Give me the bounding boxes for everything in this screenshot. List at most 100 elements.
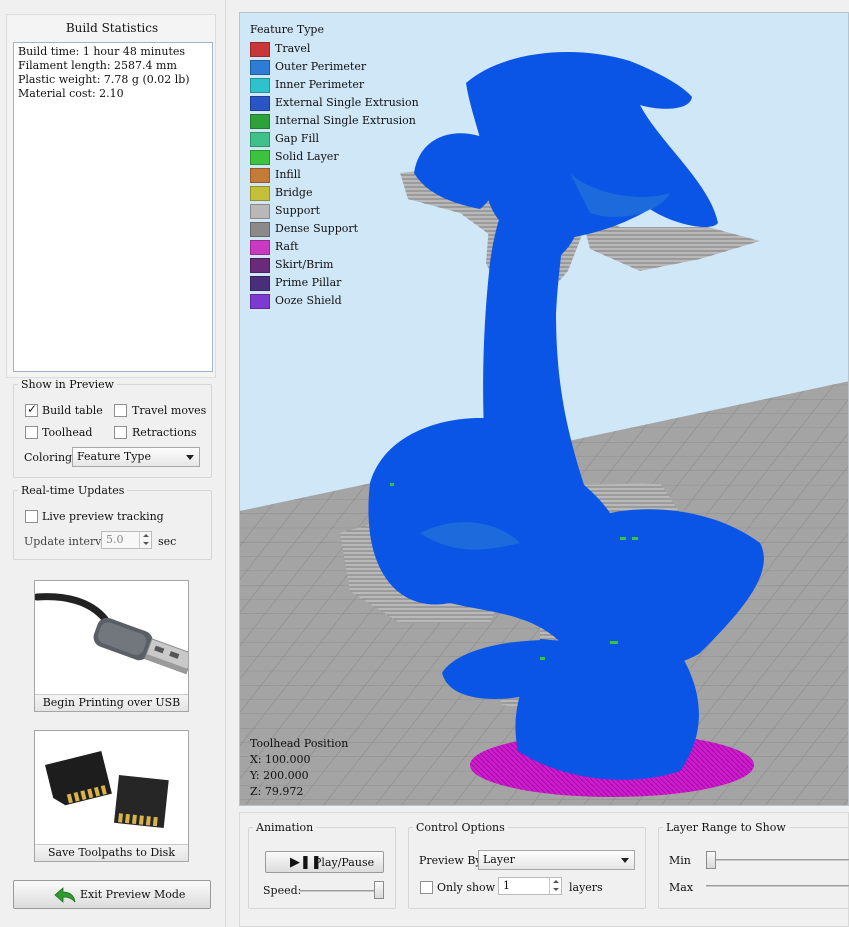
legend-label: Dense Support — [275, 222, 359, 235]
legend-label: Bridge — [275, 186, 313, 199]
exit-preview-mode-button[interactable]: Exit Preview Mode — [13, 880, 211, 909]
stat-build-time: Build time: 1 hour 48 minutes — [18, 45, 186, 58]
travel-moves-checkbox[interactable] — [114, 404, 127, 417]
play-pause-button[interactable]: ▶❚❚ Play/Pause — [265, 851, 384, 873]
build-statistics-text[interactable]: Build time: 1 hour 48 minutes Filament l… — [13, 42, 213, 372]
build-statistics-title: Build Statistics — [65, 21, 159, 35]
control-options-title: Control Options — [416, 821, 505, 834]
stat-plastic-weight: Plastic weight: 7.78 g (0.02 lb) — [18, 73, 190, 86]
legend-label: Ooze Shield — [275, 294, 342, 307]
model-render[interactable] — [240, 13, 849, 806]
bottom-control-panel: Animation ▶❚❚ Play/Pause Speed: Control … — [239, 812, 849, 927]
legend-swatch — [250, 132, 270, 147]
legend-swatch — [250, 186, 270, 201]
update-interval-value: 5.0 — [106, 533, 124, 546]
update-interval-spinner[interactable]: 5.0 — [101, 531, 152, 549]
max-slider-track[interactable] — [706, 885, 849, 887]
legend-label: Outer Perimeter — [275, 60, 367, 73]
build-table-label: Build table — [42, 404, 103, 417]
preview-by-value: Layer — [483, 853, 515, 866]
spin-down-icon[interactable] — [139, 540, 151, 548]
speed-label: Speed: — [263, 884, 302, 897]
animation-title: Animation — [256, 821, 314, 834]
speed-slider-thumb[interactable] — [374, 881, 384, 899]
play-pause-label: Play/Pause — [314, 856, 375, 869]
legend-label: Internal Single Extrusion — [275, 114, 416, 127]
coloring-dropdown[interactable]: Feature Type — [72, 447, 200, 467]
speed-slider-track[interactable] — [300, 890, 384, 892]
update-interval-unit: sec — [158, 535, 177, 548]
build-statistics-panel: Build Statistics Build time: 1 hour 48 m… — [6, 14, 216, 378]
legend-swatch — [250, 294, 270, 309]
preview-by-label: Preview By — [419, 854, 482, 867]
live-preview-tracking-label: Live preview tracking — [42, 510, 164, 523]
only-show-layers-spinner[interactable]: 1 — [498, 877, 562, 895]
retractions-label: Retractions — [132, 426, 197, 439]
save-toolpaths-disk-label: Save Toolpaths to Disk — [35, 844, 188, 861]
legend-swatch — [250, 78, 270, 93]
legend-label: Inner Perimeter — [275, 78, 365, 91]
only-show-checkbox[interactable] — [420, 881, 433, 894]
only-show-label: Only show — [437, 881, 496, 894]
chevron-down-icon — [621, 858, 629, 863]
begin-printing-usb-button[interactable]: Begin Printing over USB — [33, 580, 194, 712]
chevron-down-icon — [186, 455, 194, 460]
legend-swatch — [250, 168, 270, 183]
retractions-checkbox[interactable] — [114, 426, 127, 439]
back-arrow-icon — [54, 887, 76, 903]
coloring-value: Feature Type — [77, 450, 151, 463]
min-slider-track[interactable] — [706, 859, 849, 861]
legend-label: Gap Fill — [275, 132, 320, 145]
legend-label: External Single Extrusion — [275, 96, 419, 109]
begin-printing-usb-label: Begin Printing over USB — [35, 694, 188, 711]
only-show-layers-value: 1 — [503, 879, 510, 892]
legend-swatch — [250, 42, 270, 57]
live-preview-tracking-checkbox[interactable] — [25, 510, 38, 523]
legend-swatch — [250, 204, 270, 219]
toolhead-label: Toolhead — [42, 426, 93, 439]
legend-label: Prime Pillar — [275, 276, 342, 289]
min-label: Min — [669, 854, 691, 867]
save-toolpaths-disk-button[interactable]: Save Toolpaths to Disk — [34, 730, 189, 862]
legend-label: Infill — [275, 168, 301, 181]
legend-swatch — [250, 60, 270, 75]
legend-label: Raft — [275, 240, 299, 253]
legend-swatch — [250, 150, 270, 165]
toolhead-y: Y: 200.000 — [250, 769, 309, 782]
toolhead-position-title: Toolhead Position — [250, 737, 349, 750]
legend-title: Feature Type — [250, 23, 324, 36]
realtime-updates-title: Real-time Updates — [21, 484, 125, 497]
show-in-preview-title: Show in Preview — [21, 378, 115, 391]
legend-swatch — [250, 96, 270, 111]
toolhead-x: X: 100.000 — [250, 753, 311, 766]
sd-card-icon — [45, 750, 169, 828]
travel-moves-label: Travel moves — [132, 404, 207, 417]
toolhead-z: Z: 79.972 — [250, 785, 304, 798]
legend-swatch — [250, 258, 270, 273]
stat-filament-length: Filament length: 2587.4 mm — [18, 59, 177, 72]
legend-swatch — [250, 240, 270, 255]
spin-up-icon[interactable] — [139, 532, 151, 540]
layers-label: layers — [569, 881, 603, 894]
max-label: Max — [669, 881, 694, 894]
coloring-label: Coloring — [24, 451, 73, 464]
spin-down-icon[interactable] — [549, 886, 561, 894]
legend-label: Solid Layer — [275, 150, 339, 163]
build-table-checkbox[interactable] — [25, 402, 38, 417]
spin-up-icon[interactable] — [549, 878, 561, 886]
preview-3d-view[interactable]: Feature Type Travel Outer Perimeter Inner … — [239, 12, 849, 806]
legend-label: Travel — [275, 42, 311, 55]
update-interval-label: Update interval — [24, 535, 112, 548]
toolhead-checkbox[interactable] — [25, 426, 38, 439]
legend-swatch — [250, 276, 270, 291]
exit-preview-mode-label: Exit Preview Mode — [80, 888, 186, 901]
legend-swatch — [250, 222, 270, 237]
min-slider-thumb[interactable] — [706, 851, 716, 869]
usb-cable-icon — [33, 593, 194, 675]
legend-swatch — [250, 114, 270, 129]
left-panel: Build Statistics Build time: 1 hour 48 m… — [0, 0, 226, 927]
legend-label: Skirt/Brim — [275, 258, 334, 271]
legend-label: Support — [275, 204, 321, 217]
layer-range-title: Layer Range to Show — [666, 821, 786, 834]
preview-by-dropdown[interactable]: Layer — [478, 850, 635, 870]
